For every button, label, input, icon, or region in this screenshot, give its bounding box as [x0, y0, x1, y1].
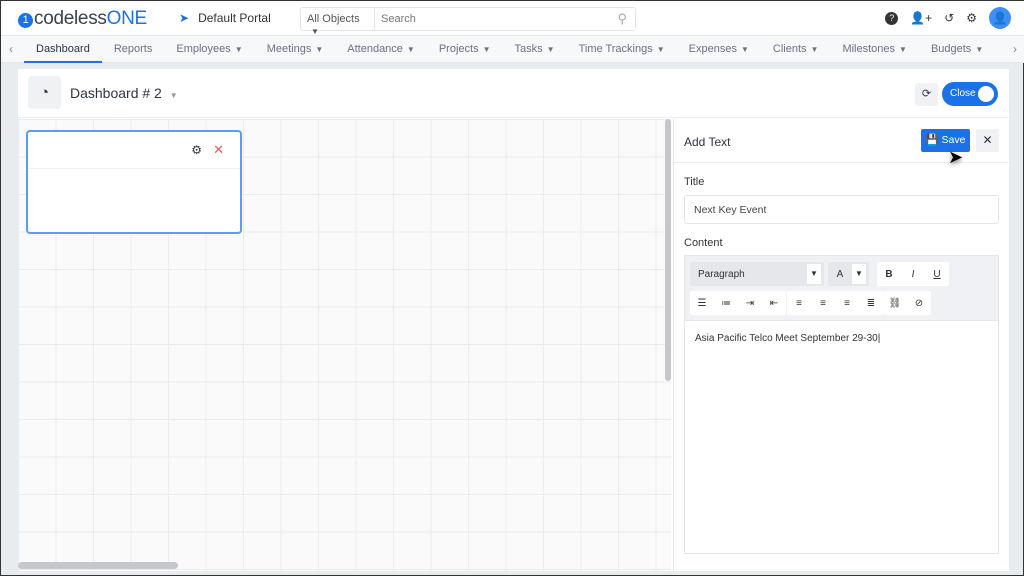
align-right-icon[interactable]: ≡: [835, 298, 859, 309]
italic-button[interactable]: I: [901, 269, 925, 280]
underline-button[interactable]: U: [925, 269, 949, 280]
pie-chart-icon: ◔: [28, 76, 61, 109]
add-text-panel: Add Text 💾 Save ✕ ➤ Title Next Key Event…: [673, 119, 1009, 571]
global-search: All Objects ▼ ⚲: [300, 7, 636, 36]
vertical-scrollbar[interactable]: [665, 119, 671, 381]
caret-down-icon: ▼: [546, 45, 555, 54]
dashboard-area: ◔ Dashboard # 2 ▼ ⟳ Close ⚙ ✕ Add Text 💾 …: [18, 69, 1009, 571]
dashboard-grid: ⚙ ✕: [18, 119, 671, 571]
close-icon[interactable]: ✕: [213, 142, 224, 158]
tab-time-trackings[interactable]: Time Trackings ▼: [567, 36, 677, 63]
content-label: Content: [684, 237, 723, 249]
gear-icon[interactable]: ⚙: [191, 143, 202, 157]
caret-down-icon: ▼: [482, 45, 491, 54]
search-input[interactable]: [375, 8, 635, 30]
tab-reports[interactable]: Reports: [102, 36, 165, 63]
tab-milestones[interactable]: Milestones ▼: [830, 36, 919, 63]
align-center-icon[interactable]: ≡: [811, 298, 835, 309]
outdent-icon[interactable]: ⇤: [762, 298, 786, 309]
tab-clients[interactable]: Clients ▼: [761, 36, 831, 63]
caret-down-icon: ▼: [740, 45, 749, 54]
tab-expenses[interactable]: Expenses ▼: [677, 36, 761, 63]
tab-budgets[interactable]: Budgets ▼: [919, 36, 995, 63]
editor-toolbar: Paragraph ▼ A ▼ BIU ☰ ≔ ⇥ ⇤ ≡ ≡ ≡ ≣ ⛓ ⊘: [685, 256, 998, 321]
tab-employees[interactable]: Employees ▼: [164, 36, 254, 63]
tab-meetings[interactable]: Meetings ▼: [255, 36, 336, 63]
tab-dashboard[interactable]: Dashboard: [24, 36, 102, 63]
top-bar: 1 codelessONE ➤ Default Portal All Objects…: [1, 1, 1024, 36]
paper-plane-icon: ➤: [179, 11, 190, 25]
unlink-icon[interactable]: ⊘: [907, 298, 931, 309]
add-user-icon[interactable]: 👤+: [910, 11, 932, 25]
title-input[interactable]: Next Key Event: [684, 195, 999, 224]
editor-content[interactable]: Asia Pacific Telco Meet September 29-30|: [685, 321, 998, 356]
caret-down-icon: ▼: [810, 45, 819, 54]
caret-down-icon: ▼: [975, 45, 984, 54]
close-button[interactable]: ✕: [976, 129, 999, 152]
tab-tasks[interactable]: Tasks ▼: [503, 36, 567, 63]
align-left-icon[interactable]: ≡: [787, 298, 811, 309]
bullet-list-icon[interactable]: ☰: [690, 298, 714, 309]
rich-text-editor: Paragraph ▼ A ▼ BIU ☰ ≔ ⇥ ⇤ ≡ ≡ ≡ ≣ ⛓ ⊘ Asia Paci…: [684, 255, 999, 554]
align-justify-icon[interactable]: ≣: [859, 298, 883, 309]
refresh-button[interactable]: ⟳: [915, 83, 938, 106]
link-icon[interactable]: ⛓: [883, 298, 907, 309]
search-scope-dropdown[interactable]: All Objects ▼: [301, 8, 375, 36]
font-color-button[interactable]: A ▼: [828, 262, 869, 286]
mouse-cursor-icon: ➤: [948, 147, 964, 167]
close-toggle[interactable]: Close: [942, 82, 998, 106]
chevron-left-icon[interactable]: ‹: [9, 42, 13, 56]
tab-projects[interactable]: Projects ▼: [427, 36, 503, 63]
caret-down-icon: ▼: [656, 45, 665, 54]
caret-down-icon: ▼: [406, 45, 415, 54]
block-format-dropdown[interactable]: Paragraph ▼: [690, 262, 824, 286]
text-widget[interactable]: ⚙ ✕: [26, 130, 242, 234]
caret-down-icon: ▼: [315, 45, 324, 54]
chevron-right-icon[interactable]: ›: [1013, 42, 1017, 56]
panel-title: Add Text: [684, 135, 731, 149]
numbered-list-icon[interactable]: ≔: [714, 298, 738, 309]
title-label: Title: [684, 176, 705, 188]
caret-down-icon: ▼: [234, 45, 243, 54]
tab-attendance[interactable]: Attendance ▼: [335, 36, 427, 63]
dashboard-title-dropdown[interactable]: Dashboard # 2 ▼: [70, 85, 178, 101]
nav-bar: ‹ Dashboard Reports Employees ▼ Meetings ▼ Att…: [1, 36, 1024, 63]
indent-icon[interactable]: ⇥: [738, 298, 762, 309]
bold-button[interactable]: B: [877, 269, 901, 280]
tab-w[interactable]: W: [995, 36, 1004, 63]
portal-selector[interactable]: ➤ Default Portal: [179, 11, 271, 25]
floppy-icon: 💾: [925, 134, 939, 146]
help-icon[interactable]: ?: [885, 11, 899, 25]
avatar[interactable]: 👤: [989, 7, 1011, 29]
gear-icon[interactable]: ⚙: [966, 11, 977, 25]
caret-down-icon: ▼: [899, 45, 907, 54]
logo[interactable]: 1 codelessONE: [18, 8, 147, 30]
horizontal-scrollbar[interactable]: [18, 562, 178, 569]
history-icon[interactable]: ↺: [944, 11, 954, 25]
search-icon[interactable]: ⚲: [617, 11, 627, 27]
